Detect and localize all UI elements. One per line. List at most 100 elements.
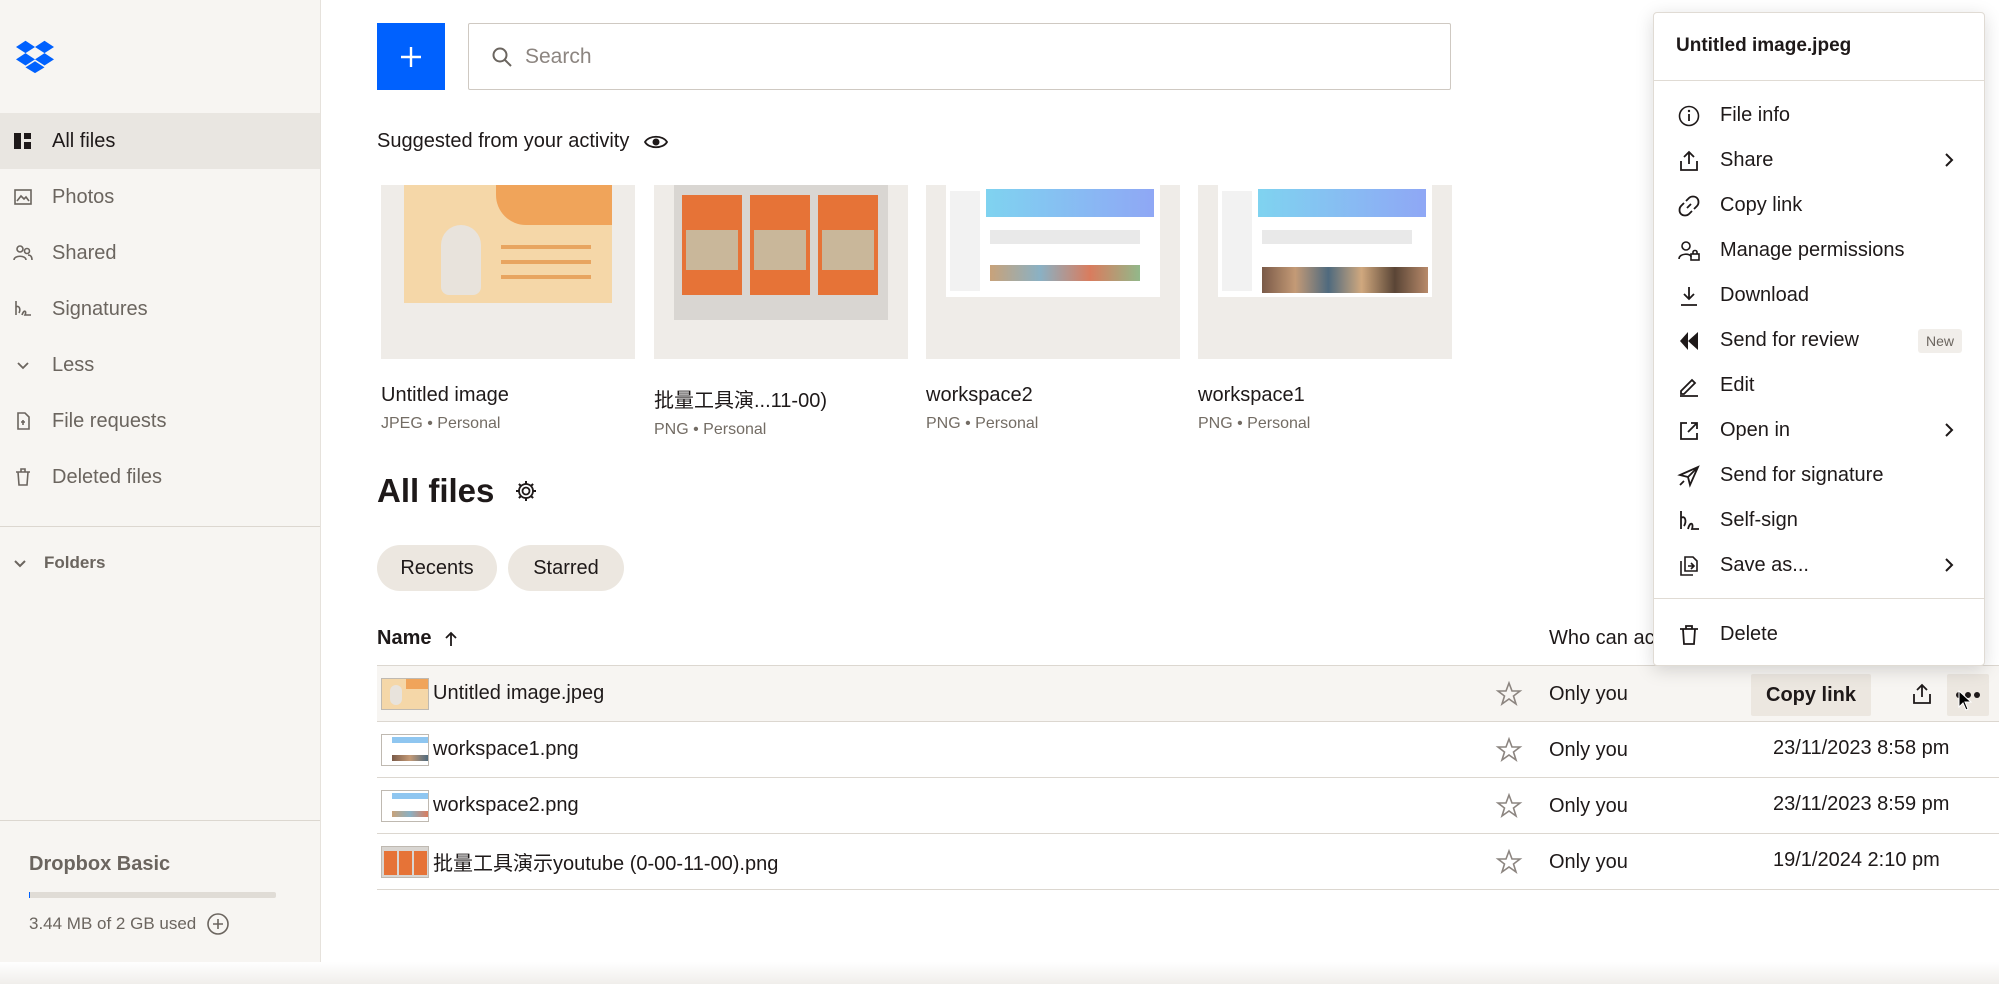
storage-usage: 3.44 MB of 2 GB used [29, 912, 230, 936]
gear-icon[interactable] [514, 479, 538, 503]
star-icon[interactable] [1495, 792, 1523, 820]
table-row[interactable]: workspace1.png Only you 23/11/2023 8:58 … [377, 722, 1999, 778]
suggested-card[interactable]: 批量工具演...11-00) PNG • Personal [654, 185, 908, 439]
menu-item-label: Delete [1720, 623, 1778, 645]
menu-item-label: Edit [1720, 374, 1755, 396]
copy-link-button[interactable]: Copy link [1751, 674, 1872, 716]
star-icon[interactable] [1495, 680, 1523, 708]
sidebar-item-label: Signatures [52, 297, 148, 320]
menu-item-label: File info [1720, 104, 1791, 126]
sidebar-item-shared[interactable]: Shared [0, 225, 320, 281]
access-level: Only you [1549, 795, 1628, 817]
menu-item-label: Send for signature [1720, 464, 1884, 486]
menu-item-manage-permissions[interactable]: Manage permissions [1654, 228, 1984, 273]
star-icon[interactable] [1495, 848, 1523, 876]
sidebar-item-less[interactable]: Less [0, 337, 320, 393]
signatures-icon [12, 298, 34, 320]
menu-item-label: Manage permissions [1720, 239, 1905, 261]
file-thumbnail [381, 845, 429, 878]
access-level: Only you [1549, 683, 1628, 705]
file-name[interactable]: Untitled image.jpeg [433, 682, 604, 705]
sidebar-item-label: Shared [52, 241, 117, 264]
create-new-button[interactable] [377, 23, 445, 90]
download-icon [1676, 283, 1702, 309]
suggested-thumbnail [654, 185, 908, 359]
plan-label[interactable]: Dropbox Basic [29, 853, 170, 876]
menu-item-send-for-review[interactable]: Send for review New [1654, 318, 1984, 363]
suggested-card[interactable]: workspace1 PNG • Personal [1198, 185, 1452, 433]
modified-date: 19/1/2024 2:10 pm [1773, 849, 1940, 871]
suggested-heading: Suggested from your activity [377, 130, 669, 153]
file-name[interactable]: 批量工具演示youtube (0-00-11-00).png [433, 847, 778, 876]
menu-item-label: Open in [1720, 419, 1791, 441]
sidebar-item-file-requests[interactable]: File requests [0, 393, 320, 449]
chevron-right-icon [1945, 558, 1954, 572]
menu-item-open-in[interactable]: Open in [1654, 408, 1984, 453]
menu-item-save-as[interactable]: Save as... [1654, 543, 1984, 588]
trash-icon [1676, 622, 1702, 648]
menu-item-copy-link[interactable]: Copy link [1654, 183, 1984, 228]
dropbox-logo[interactable] [16, 38, 54, 74]
modified-date: 23/11/2023 8:58 pm [1773, 737, 1950, 759]
suggested-card-name: workspace2 [926, 384, 1033, 406]
file-name[interactable]: workspace2.png [433, 794, 579, 817]
send-signature-icon [1676, 463, 1702, 489]
menu-item-edit[interactable]: Edit [1654, 363, 1984, 408]
sidebar-divider [0, 820, 320, 821]
menu-item-send-for-signature[interactable]: Send for signature [1654, 453, 1984, 498]
access-level: Only you [1549, 851, 1628, 873]
name-column-label: Name [377, 627, 432, 649]
menu-item-share[interactable]: Share [1654, 138, 1984, 183]
star-icon[interactable] [1495, 736, 1523, 764]
add-storage-icon[interactable] [206, 912, 230, 936]
plus-icon [401, 46, 421, 67]
sidebar-item-label: All files [52, 129, 116, 152]
search-bar[interactable] [468, 23, 1451, 90]
suggested-card[interactable]: Untitled image JPEG • Personal [381, 185, 635, 433]
table-row[interactable]: workspace2.png Only you 23/11/2023 8:59 … [377, 778, 1999, 834]
table-row[interactable]: Untitled image.jpeg Only you Copy link [377, 666, 1999, 722]
shared-icon [12, 242, 34, 264]
file-thumbnail [381, 733, 429, 766]
menu-item-download[interactable]: Download [1654, 273, 1984, 318]
menu-item-self-sign[interactable]: Self-sign [1654, 498, 1984, 543]
file-requests-icon [12, 410, 34, 432]
all-files-title: All files [377, 472, 495, 509]
link-icon [1676, 193, 1702, 219]
sidebar-nav: All files Photos Shared Signatures Less [0, 113, 320, 505]
sidebar-item-photos[interactable]: Photos [0, 169, 320, 225]
menu-item-delete[interactable]: Delete [1654, 612, 1984, 657]
menu-divider [1654, 598, 1984, 599]
sidebar: All files Photos Shared Signatures Less [0, 0, 321, 984]
pencil-icon [1676, 373, 1702, 399]
file-name[interactable]: workspace1.png [433, 738, 579, 761]
open-in-icon [1676, 418, 1702, 444]
menu-item-file-info[interactable]: File info [1654, 93, 1984, 138]
sidebar-divider [0, 526, 320, 527]
recents-chip[interactable]: Recents [377, 545, 497, 591]
search-input[interactable] [525, 44, 1425, 69]
suggested-thumbnail [1198, 185, 1452, 359]
share-button[interactable] [1905, 678, 1939, 710]
who-can-access-column-header[interactable]: Who can ac [1549, 627, 1655, 650]
eye-icon[interactable] [643, 132, 669, 152]
sidebar-item-label: File requests [52, 409, 167, 432]
suggested-card[interactable]: workspace2 PNG • Personal [926, 185, 1180, 433]
chevron-down-icon [14, 560, 26, 568]
sidebar-item-deleted-files[interactable]: Deleted files [0, 449, 320, 505]
folders-toggle[interactable]: Folders [10, 553, 105, 573]
table-row[interactable]: 批量工具演示youtube (0-00-11-00).png Only you … [377, 834, 1999, 890]
photos-icon [12, 186, 34, 208]
sort-ascending-icon [445, 631, 458, 646]
access-level: Only you [1549, 739, 1628, 761]
suggested-card-name: Untitled image [381, 384, 509, 406]
sidebar-item-signatures[interactable]: Signatures [0, 281, 320, 337]
search-icon [492, 47, 512, 67]
share-icon [1913, 683, 1931, 704]
sidebar-item-all-files[interactable]: All files [0, 113, 320, 169]
menu-item-label: Save as... [1720, 554, 1809, 576]
starred-chip[interactable]: Starred [508, 545, 624, 591]
sidebar-item-label: Photos [52, 185, 115, 208]
name-column-header[interactable]: Name [377, 627, 459, 650]
chevron-right-icon [1945, 423, 1954, 437]
